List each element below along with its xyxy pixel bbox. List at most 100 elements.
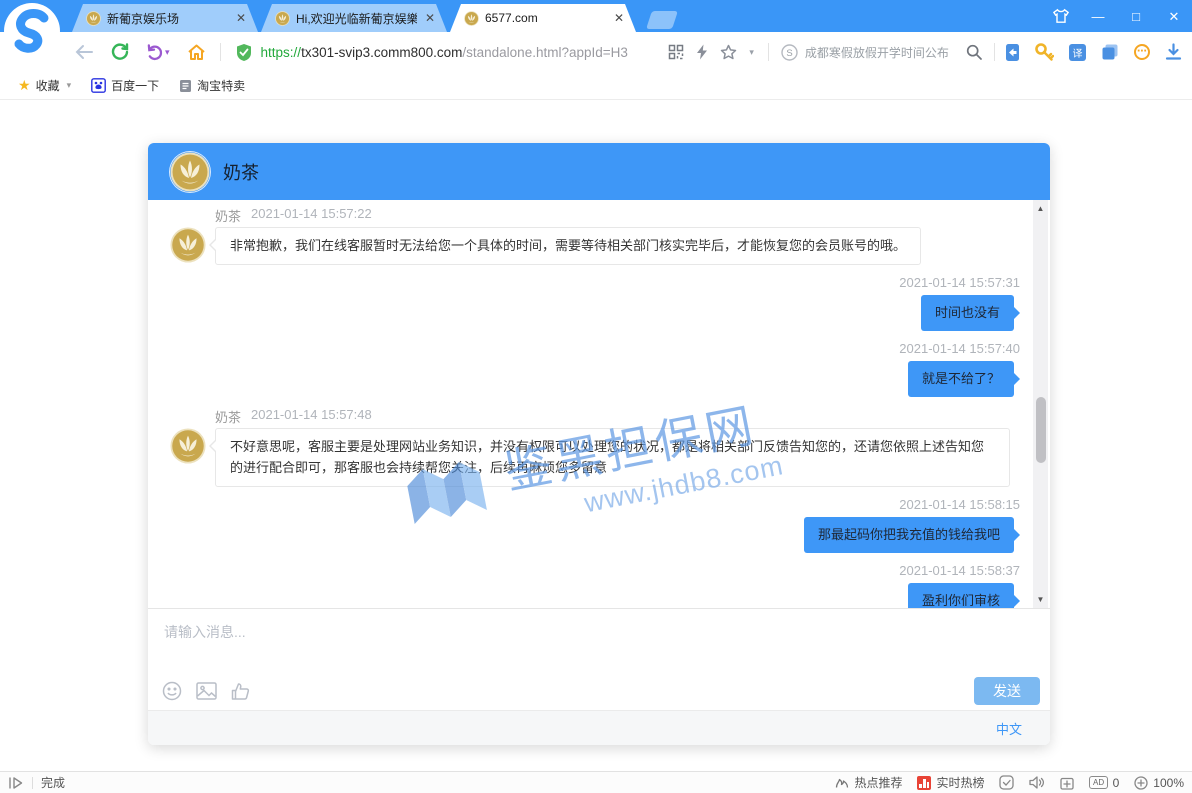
hot-recommend-label: 热点推荐 — [854, 774, 902, 791]
send-button[interactable]: 发送 — [974, 677, 1040, 705]
site-favicon-icon — [464, 11, 479, 26]
ad-badge-icon: AD — [1089, 776, 1107, 789]
home-icon[interactable] — [187, 43, 206, 61]
bookmark-baidu[interactable]: 百度一下 — [85, 77, 165, 94]
download-manager-icon[interactable] — [1165, 43, 1182, 61]
favorites-menu[interactable]: ★ 收藏 ▾ — [12, 77, 77, 94]
address-caret-icon[interactable]: ▾ — [749, 48, 754, 57]
tab-strip: 新葡京娱乐场 ✕ Hi,欢迎光临新葡京娱樂城 ✕ 6577.com ✕ — [72, 4, 675, 32]
speaker-icon[interactable] — [1029, 776, 1045, 789]
favorites-label: 收藏 — [36, 77, 60, 94]
image-upload-icon[interactable] — [196, 682, 217, 700]
thumbs-up-icon[interactable] — [231, 682, 250, 701]
close-button[interactable]: ✕ — [1166, 10, 1182, 23]
chat-footer: 中文 — [148, 710, 1050, 745]
browser-tab[interactable]: Hi,欢迎光临新葡京娱樂城 ✕ — [261, 4, 447, 32]
hot-recommend-button[interactable]: 热点推荐 — [835, 774, 902, 791]
undo-caret-icon[interactable]: ▾ — [165, 48, 170, 57]
svg-text:S: S — [786, 48, 792, 59]
skin-theme-icon[interactable] — [1052, 8, 1068, 24]
quick-action-bolt-icon[interactable] — [696, 44, 708, 60]
browser-tab[interactable]: 新葡京娱乐场 ✕ — [72, 4, 258, 32]
maximize-button[interactable]: □ — [1128, 10, 1144, 23]
chat-widget: 奶茶 奶茶 2021-01-14 15:57:22 非常抱歉，我们在线客服暂时无… — [148, 143, 1050, 745]
browser-tab[interactable]: 6577.com ✕ — [450, 4, 636, 32]
minimize-button[interactable]: — — [1090, 10, 1106, 23]
user-message: 2021-01-14 15:57:40 就是不给了？ — [170, 341, 1020, 397]
zoom-control[interactable]: 100% — [1134, 776, 1184, 790]
qr-code-icon[interactable] — [668, 44, 684, 60]
bookmark-taobao[interactable]: 淘宝特卖 — [173, 77, 251, 94]
emoji-icon[interactable] — [162, 681, 182, 701]
message-text: 就是不给了？ — [922, 371, 1000, 386]
favorite-star-icon[interactable] — [720, 44, 737, 60]
browser-statusbar: 完成 热点推荐 实时热榜 — [0, 771, 1192, 793]
language-link[interactable]: 中文 — [996, 719, 1022, 738]
address-bar[interactable]: https://tx301-svip3.comm800.com/standalo… — [231, 43, 758, 62]
new-tab-button[interactable] — [646, 11, 678, 29]
agent-avatar — [170, 152, 210, 192]
page-check-icon[interactable] — [999, 775, 1014, 790]
bookmark-label: 淘宝特卖 — [197, 77, 245, 94]
site-favicon-icon — [86, 11, 101, 26]
favorites-star-icon: ★ — [18, 77, 31, 94]
extensions-windows-icon[interactable] — [1101, 43, 1119, 61]
zoom-plus-icon — [1134, 776, 1148, 790]
chat-header: 奶茶 — [148, 143, 1050, 200]
tab-title: 新葡京娱乐场 — [107, 10, 228, 27]
scroll-down-icon[interactable]: ▼ — [1037, 591, 1045, 608]
bookmark-label: 百度一下 — [111, 77, 159, 94]
chat-input-area[interactable]: 请输入消息... 发送 — [148, 608, 1050, 710]
search-box[interactable]: S 成都寒假放假开学时间公布 — [779, 44, 984, 61]
search-magnifier-icon[interactable] — [966, 44, 982, 60]
message-timestamp: 2021-01-14 15:58:15 — [899, 497, 1020, 512]
hot-list-button[interactable]: 实时热榜 — [917, 774, 984, 791]
tab-close-icon[interactable]: ✕ — [234, 11, 248, 25]
agent-name: 奶茶 — [215, 407, 241, 426]
message-bubble: 就是不给了？ — [908, 361, 1014, 397]
reader-sidebar-icon[interactable] — [8, 777, 24, 789]
tab-close-icon[interactable]: ✕ — [612, 11, 626, 25]
security-shield-icon[interactable] — [235, 43, 253, 62]
url-scheme: https:// — [261, 45, 302, 60]
password-key-icon[interactable] — [1035, 43, 1054, 62]
tab-close-icon[interactable]: ✕ — [423, 11, 437, 25]
ad-block-counter[interactable]: AD 0 — [1089, 776, 1119, 790]
zoom-level: 100% — [1153, 776, 1184, 790]
message-timestamp: 2021-01-14 15:57:40 — [899, 341, 1020, 356]
page-content: 奶茶 奶茶 2021-01-14 15:57:22 非常抱歉，我们在线客服暂时无… — [0, 100, 1192, 771]
message-text: 非常抱歉，我们在线客服暂时无法给您一个具体的时间，需要等待相关部门核实完毕后，才… — [230, 238, 906, 253]
tab-title: Hi,欢迎光临新葡京娱樂城 — [296, 10, 417, 27]
message-list: 奶茶 2021-01-14 15:57:22 非常抱歉，我们在线客服暂时无法给您… — [148, 200, 1050, 608]
url-text[interactable]: https://tx301-svip3.comm800.com/standalo… — [261, 45, 661, 60]
agent-message: 奶茶 2021-01-14 15:57:48 不好意思呢，客服主要是处理网站业务… — [170, 407, 1020, 486]
url-path: /standalone.html?appId=H3 — [462, 45, 628, 60]
flame-icon — [835, 776, 849, 789]
send-to-phone-icon[interactable] — [1005, 43, 1020, 62]
search-suggestion-text[interactable]: 成都寒假放假开学时间公布 — [805, 44, 959, 61]
chat-message-area[interactable]: 奶茶 2021-01-14 15:57:22 非常抱歉，我们在线客服暂时无法给您… — [148, 200, 1050, 608]
message-bubble: 那最起码你把我充值的钱给我吧 — [804, 517, 1014, 553]
hot-list-chart-icon — [917, 776, 931, 790]
message-text: 那最起码你把我充值的钱给我吧 — [818, 527, 1000, 542]
page-status-text: 完成 — [41, 774, 65, 791]
url-host: tx301-svip3.comm800.com — [301, 45, 462, 60]
scroll-up-icon[interactable]: ▲ — [1037, 200, 1045, 217]
more-tools-icon[interactable]: ⋯ — [1134, 44, 1150, 60]
agent-message: 奶茶 2021-01-14 15:57:22 非常抱歉，我们在线客服暂时无法给您… — [170, 206, 1020, 265]
back-icon[interactable] — [74, 44, 94, 60]
sogou-browser-logo[interactable] — [3, 2, 61, 60]
refresh-icon[interactable] — [111, 43, 129, 61]
message-timestamp: 2021-01-14 15:58:37 — [899, 563, 1020, 578]
message-input-placeholder[interactable]: 请输入消息... — [164, 622, 246, 642]
message-text: 盈利你们审核 — [922, 593, 1000, 608]
bookmarks-bar: ★ 收藏 ▾ 百度一下 淘宝特卖 — [0, 72, 1192, 100]
chat-scrollbar[interactable]: ▲ ▼ — [1033, 200, 1048, 608]
scrollbar-thumb[interactable] — [1036, 397, 1046, 463]
hot-list-label: 实时热榜 — [936, 774, 984, 791]
agent-avatar — [170, 227, 206, 263]
capture-box-icon[interactable] — [1060, 776, 1074, 790]
undo-icon[interactable]: ▾ — [146, 44, 170, 61]
document-icon — [179, 79, 192, 93]
translate-icon[interactable]: 译 — [1069, 44, 1086, 61]
